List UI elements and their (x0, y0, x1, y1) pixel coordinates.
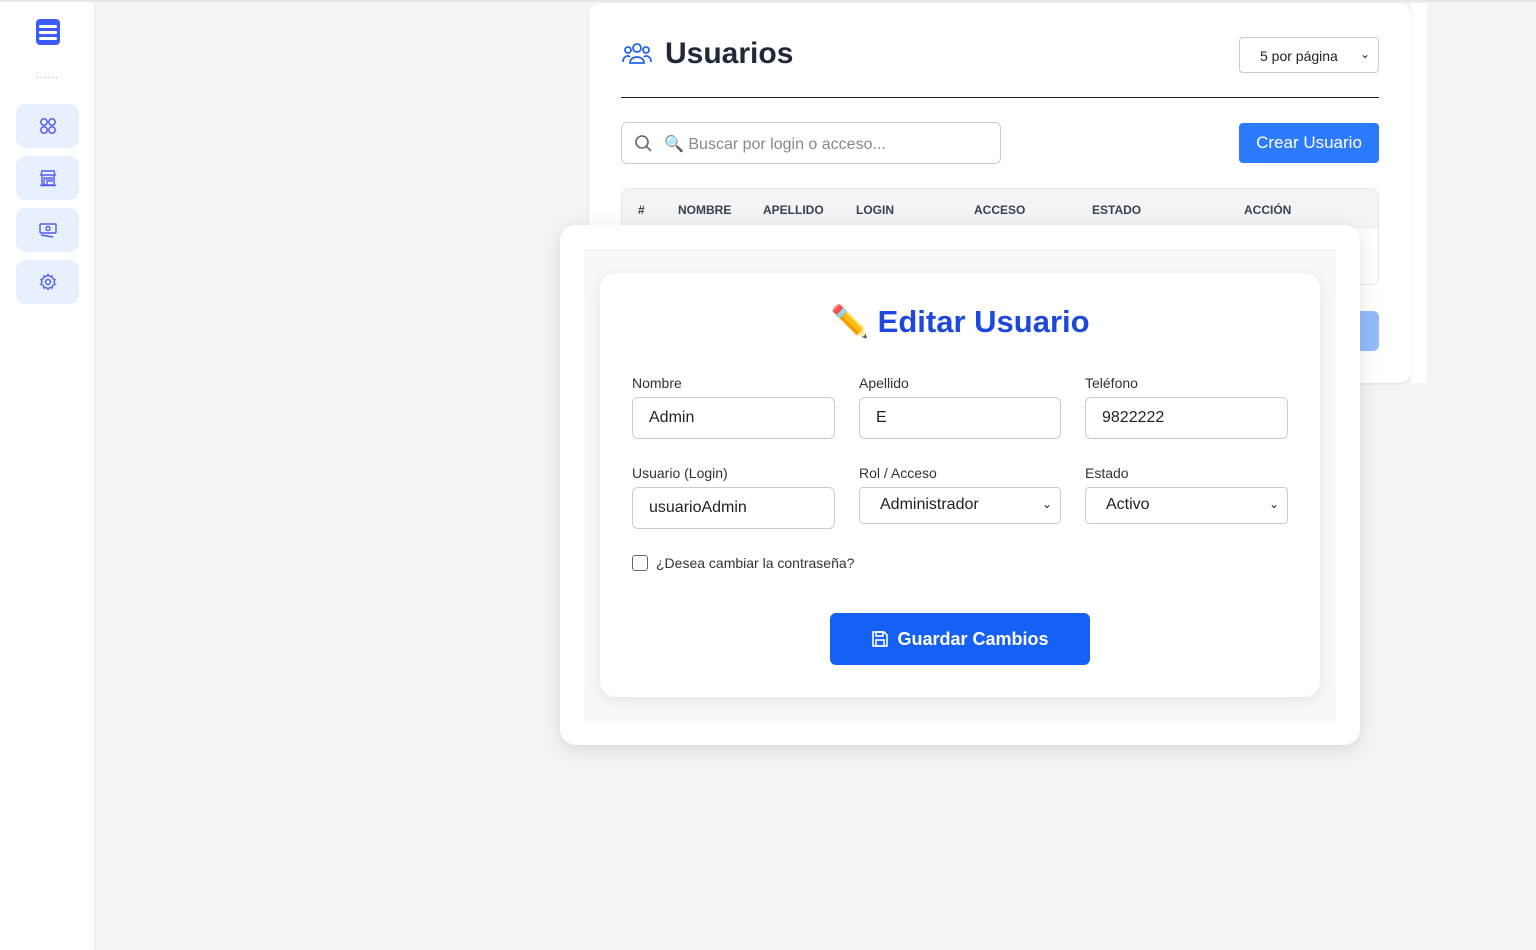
money-icon (38, 223, 57, 238)
rol-label: Rol / Acceso (859, 465, 937, 481)
col-apellido: APELLIDO (763, 203, 824, 217)
modal-title: ✏️ Editar Usuario (600, 303, 1320, 340)
scroll-strip (1411, 3, 1427, 383)
nombre-label: Nombre (632, 375, 682, 391)
chevron-down-icon: ⌄ (1359, 47, 1370, 61)
create-user-button[interactable]: Crear Usuario (1239, 123, 1379, 163)
save-button[interactable]: Guardar Cambios (830, 613, 1090, 665)
save-label: Guardar Cambios (897, 628, 1049, 649)
modal-title-text: Editar Usuario (877, 304, 1090, 339)
apellido-label: Apellido (859, 375, 909, 391)
col-estado: ESTADO (1092, 203, 1142, 217)
rol-select[interactable]: Administrador ⌄ (859, 487, 1061, 524)
sidebar-item-payments[interactable] (16, 208, 79, 252)
table-header: # NOMBRE APELLIDO LOGIN ACCESO ESTADO AC… (622, 189, 1378, 229)
chevron-down-icon: ⌄ (1268, 497, 1279, 511)
col-nombre: NOMBRE (678, 203, 732, 217)
search-input[interactable]: 🔍 Buscar por login o acceso... (621, 122, 1001, 164)
per-page-select[interactable]: 5 por página ⌄ (1239, 37, 1379, 73)
modal-body: ✏️ Editar Usuario Nombre Admin Apellido … (584, 249, 1336, 721)
users-icon (622, 41, 652, 72)
gear-icon (39, 273, 56, 291)
page-title: Usuarios (665, 37, 794, 70)
rol-value: Administrador (880, 496, 979, 513)
col-number: # (638, 203, 645, 217)
telefono-label: Teléfono (1085, 375, 1138, 391)
per-page-value: 5 por página (1260, 48, 1338, 64)
login-input[interactable]: usuarioAdmin (632, 487, 835, 529)
save-icon (872, 631, 889, 647)
edit-form: ✏️ Editar Usuario Nombre Admin Apellido … (600, 273, 1320, 697)
login-label: Usuario (Login) (632, 465, 728, 481)
nombre-input[interactable]: Admin (632, 397, 835, 439)
col-accion: ACCIÓN (1244, 203, 1292, 217)
col-acceso: ACCESO (974, 203, 1026, 217)
estado-select[interactable]: Activo ⌄ (1085, 487, 1288, 524)
estado-value: Activo (1106, 496, 1150, 513)
divider-dots: ...... (36, 70, 59, 81)
pencil-icon: ✏️ (830, 304, 870, 339)
telefono-input[interactable]: 9822222 (1085, 397, 1288, 439)
store-icon (39, 170, 56, 187)
col-login: LOGIN (856, 203, 894, 217)
apellido-input[interactable]: E (859, 397, 1061, 439)
sidebar: ...... (0, 2, 95, 950)
sidebar-item-settings[interactable] (16, 260, 79, 304)
chevron-down-icon: ⌄ (1041, 497, 1052, 511)
change-password-label[interactable]: ¿Desea cambiar la contraseña? (656, 555, 854, 571)
grid-icon (39, 118, 56, 134)
search-placeholder: 🔍 Buscar por login o acceso... (664, 136, 886, 153)
sidebar-item-dashboard[interactable] (16, 104, 79, 148)
menu-logo-icon[interactable] (36, 19, 60, 50)
edit-user-modal: ✏️ Editar Usuario Nombre Admin Apellido … (560, 225, 1360, 745)
sidebar-item-store[interactable] (16, 156, 79, 200)
search-icon (635, 135, 652, 152)
divider (621, 97, 1379, 98)
change-password-checkbox[interactable] (632, 555, 648, 571)
estado-label: Estado (1085, 465, 1129, 481)
